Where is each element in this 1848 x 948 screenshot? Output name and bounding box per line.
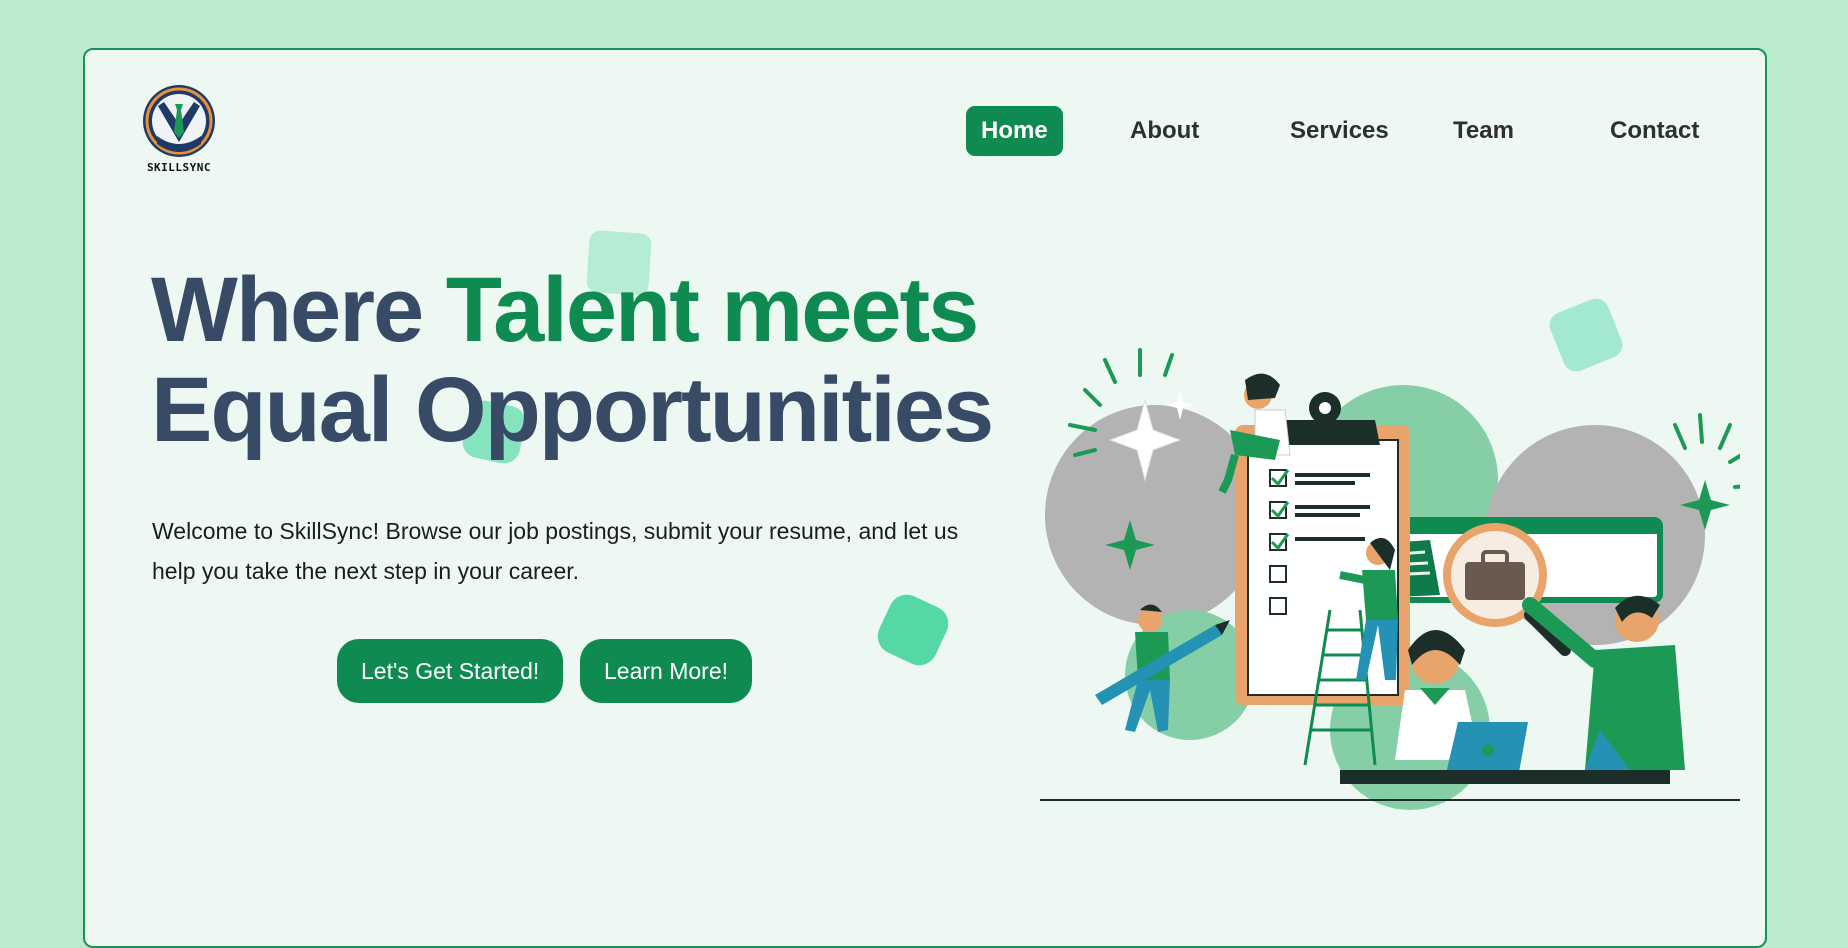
nav-home[interactable]: Home bbox=[966, 106, 1063, 156]
main-nav: Home About Services Team Contact bbox=[85, 106, 1765, 156]
nav-team[interactable]: Team bbox=[1438, 106, 1529, 156]
hero-title: Where Talent meets Equal Opportunities bbox=[151, 260, 1051, 460]
nav-services[interactable]: Services bbox=[1275, 106, 1404, 156]
learn-more-button[interactable]: Learn More! bbox=[580, 639, 753, 703]
hero-title-accent: Talent meets bbox=[445, 259, 980, 361]
hero-title-part1: Where bbox=[151, 259, 446, 361]
main-card: SKILLSYNC Home About Services Team Conta… bbox=[83, 48, 1767, 948]
nav-contact[interactable]: Contact bbox=[1595, 106, 1714, 156]
hiring-illustration-icon bbox=[1040, 348, 1740, 810]
hero-intro: Welcome to SkillSync! Browse our job pos… bbox=[152, 518, 959, 584]
decor-square-low bbox=[871, 588, 955, 672]
hero-title-line2: Equal Opportunities bbox=[151, 359, 994, 461]
logo-text: SKILLSYNC bbox=[146, 161, 212, 174]
get-started-button[interactable]: Let's Get Started! bbox=[337, 639, 564, 703]
nav-about[interactable]: About bbox=[1115, 106, 1214, 156]
